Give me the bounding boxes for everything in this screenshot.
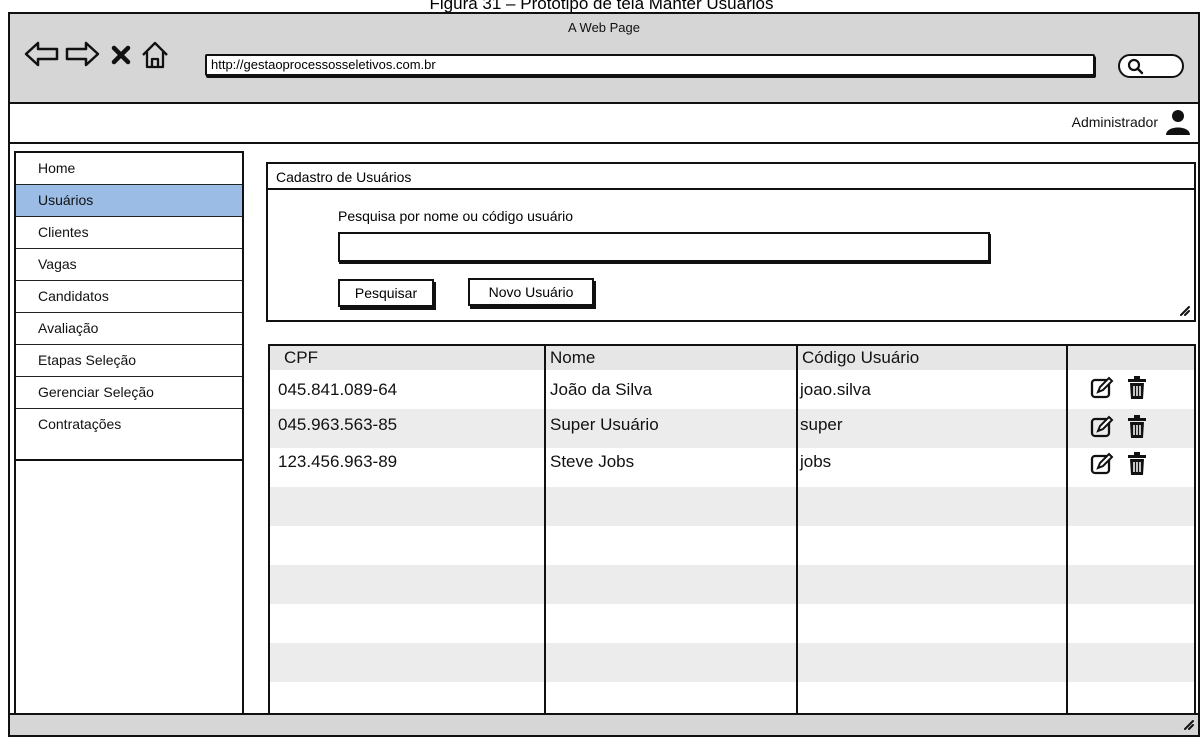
search-label: Pesquisa por nome ou código usuário bbox=[338, 208, 574, 224]
forward-arrow-icon[interactable] bbox=[64, 40, 100, 68]
sidebar-item-label: Clientes bbox=[38, 224, 89, 240]
status-bar bbox=[10, 713, 1198, 735]
sidebar-item-label: Contratações bbox=[38, 416, 122, 432]
trash-icon[interactable] bbox=[1126, 376, 1148, 400]
user-icon[interactable] bbox=[1164, 108, 1192, 136]
sidebar-item-label: Etapas Seleção bbox=[38, 352, 137, 368]
user-bar: Administrador bbox=[10, 104, 1198, 144]
cell-codigo: joao.silva bbox=[800, 380, 871, 399]
table-header: CPF Nome Código Usuário bbox=[270, 346, 1194, 370]
table-row-bg bbox=[270, 526, 1194, 565]
search-input[interactable] bbox=[338, 232, 990, 262]
panel-title: Cadastro de Usuários bbox=[268, 164, 1194, 190]
sidebar-item-label: Home bbox=[38, 160, 76, 176]
sidebar-item-contratacoes[interactable]: Contratações bbox=[16, 409, 242, 441]
column-header-nome[interactable]: Nome bbox=[550, 348, 595, 368]
table-row[interactable]: 123.456.963-89 Steve Jobs jobs bbox=[270, 448, 1194, 487]
edit-icon[interactable] bbox=[1090, 415, 1114, 439]
cell-nome: Super Usuário bbox=[550, 415, 659, 434]
sidebar-item-usuarios[interactable]: Usuários bbox=[16, 185, 242, 217]
sidebar-item-etapas-selecao[interactable]: Etapas Seleção bbox=[16, 345, 242, 377]
search-icon bbox=[1127, 58, 1144, 75]
user-form-panel: Cadastro de Usuários Pesquisa por nome o… bbox=[266, 162, 1196, 322]
column-header-cpf[interactable]: CPF bbox=[284, 348, 318, 368]
cell-codigo: super bbox=[800, 415, 843, 434]
cell-nome: Steve Jobs bbox=[550, 452, 635, 471]
sidebar-item-home[interactable]: Home bbox=[16, 153, 242, 185]
trash-icon[interactable] bbox=[1126, 415, 1148, 439]
cell-codigo: jobs bbox=[800, 452, 832, 471]
resize-handle-icon[interactable] bbox=[1182, 718, 1194, 730]
table-row[interactable]: 045.841.089-64 João da Silva joao.silva bbox=[270, 370, 1194, 409]
browser-window: A Web Page http://gestaoprocessosseletiv… bbox=[8, 12, 1200, 737]
sidebar-item-label: Vagas bbox=[38, 256, 77, 272]
sidebar-item-candidatos[interactable]: Candidatos bbox=[16, 281, 242, 313]
back-arrow-icon[interactable] bbox=[24, 40, 60, 68]
sidebar-item-label: Usuários bbox=[38, 192, 94, 208]
new-user-button[interactable]: Novo Usuário bbox=[468, 278, 594, 306]
edit-icon[interactable] bbox=[1090, 376, 1114, 400]
table-row[interactable]: 045.963.563-85 Super Usuário super bbox=[270, 409, 1194, 448]
cell-cpf: 045.963.563-85 bbox=[278, 415, 398, 434]
sidebar-item-label: Avaliação bbox=[38, 320, 99, 336]
cell-cpf: 045.841.089-64 bbox=[278, 380, 398, 399]
sidebar-menu: Home Usuários Clientes Vagas Candidatos … bbox=[16, 153, 242, 461]
sidebar-item-avaliacao[interactable]: Avaliação bbox=[16, 313, 242, 345]
sidebar-item-vagas[interactable]: Vagas bbox=[16, 249, 242, 281]
search-button[interactable]: Pesquisar bbox=[338, 279, 434, 307]
users-table: CPF Nome Código Usuário 045.841.089-64 J… bbox=[268, 344, 1196, 716]
table-row-bg bbox=[270, 643, 1194, 682]
sidebar-item-gerenciar-selecao[interactable]: Gerenciar Seleção bbox=[16, 377, 242, 409]
url-field[interactable]: http://gestaoprocessosseletivos.com.br bbox=[205, 54, 1095, 76]
trash-icon[interactable] bbox=[1126, 452, 1148, 476]
sidebar-item-label: Candidatos bbox=[38, 288, 109, 304]
browser-titlebar: A Web Page http://gestaoprocessosseletiv… bbox=[10, 14, 1198, 104]
table-row-bg bbox=[270, 604, 1194, 643]
sidebar-item-label: Gerenciar Seleção bbox=[38, 384, 154, 400]
user-name[interactable]: Administrador bbox=[1072, 114, 1158, 130]
window-title: A Web Page bbox=[567, 20, 641, 35]
stop-x-icon[interactable] bbox=[110, 44, 132, 66]
column-header-codigo[interactable]: Código Usuário bbox=[802, 348, 919, 368]
home-icon[interactable] bbox=[140, 40, 170, 70]
table-row-bg bbox=[270, 682, 1194, 714]
cell-nome: João da Silva bbox=[550, 380, 653, 399]
table-row-bg bbox=[270, 487, 1194, 526]
sidebar: Home Usuários Clientes Vagas Candidatos … bbox=[14, 151, 244, 717]
cell-cpf: 123.456.963-89 bbox=[278, 452, 398, 471]
sidebar-item-clientes[interactable]: Clientes bbox=[16, 217, 242, 249]
browser-search-box[interactable] bbox=[1118, 54, 1184, 78]
edit-icon[interactable] bbox=[1090, 452, 1114, 476]
table-row-bg bbox=[270, 565, 1194, 604]
resize-handle-icon[interactable] bbox=[1178, 304, 1190, 316]
